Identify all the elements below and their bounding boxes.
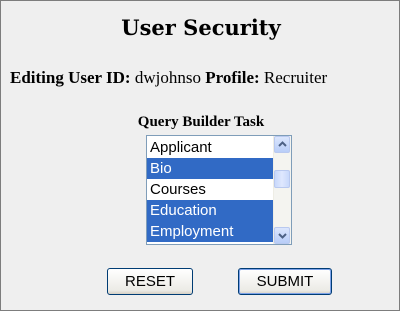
query-builder-task-label: Query Builder Task [137,114,265,130]
reset-button[interactable]: RESET [107,268,193,295]
scroll-down-button[interactable] [274,227,290,244]
user-security-panel: User Security Editing User ID: dwjohnso … [0,0,400,311]
user-id-value: dwjohnso [134,68,201,87]
task-option[interactable]: Courses [147,179,275,200]
profile-label: Profile: [205,68,260,87]
scroll-thumb[interactable] [274,170,290,188]
task-option[interactable]: Employment [147,221,275,242]
task-option-list: Applicant Bio Courses Education Employment [147,136,275,242]
task-option[interactable]: Bio [147,158,275,179]
listbox-scrollbar[interactable] [273,136,291,244]
user-id-label: Editing User ID: [10,68,131,87]
task-option[interactable]: Applicant [147,137,275,158]
query-builder-task-listbox[interactable]: Applicant Bio Courses Education Employment [146,135,292,245]
task-option[interactable]: Education [147,200,275,221]
profile-value: Recruiter [263,68,328,87]
scroll-up-button[interactable] [274,136,290,153]
page-title: User Security [121,15,281,40]
user-info-line: Editing User ID: dwjohnso Profile: Recru… [10,68,327,88]
submit-button[interactable]: SUBMIT [238,268,332,295]
